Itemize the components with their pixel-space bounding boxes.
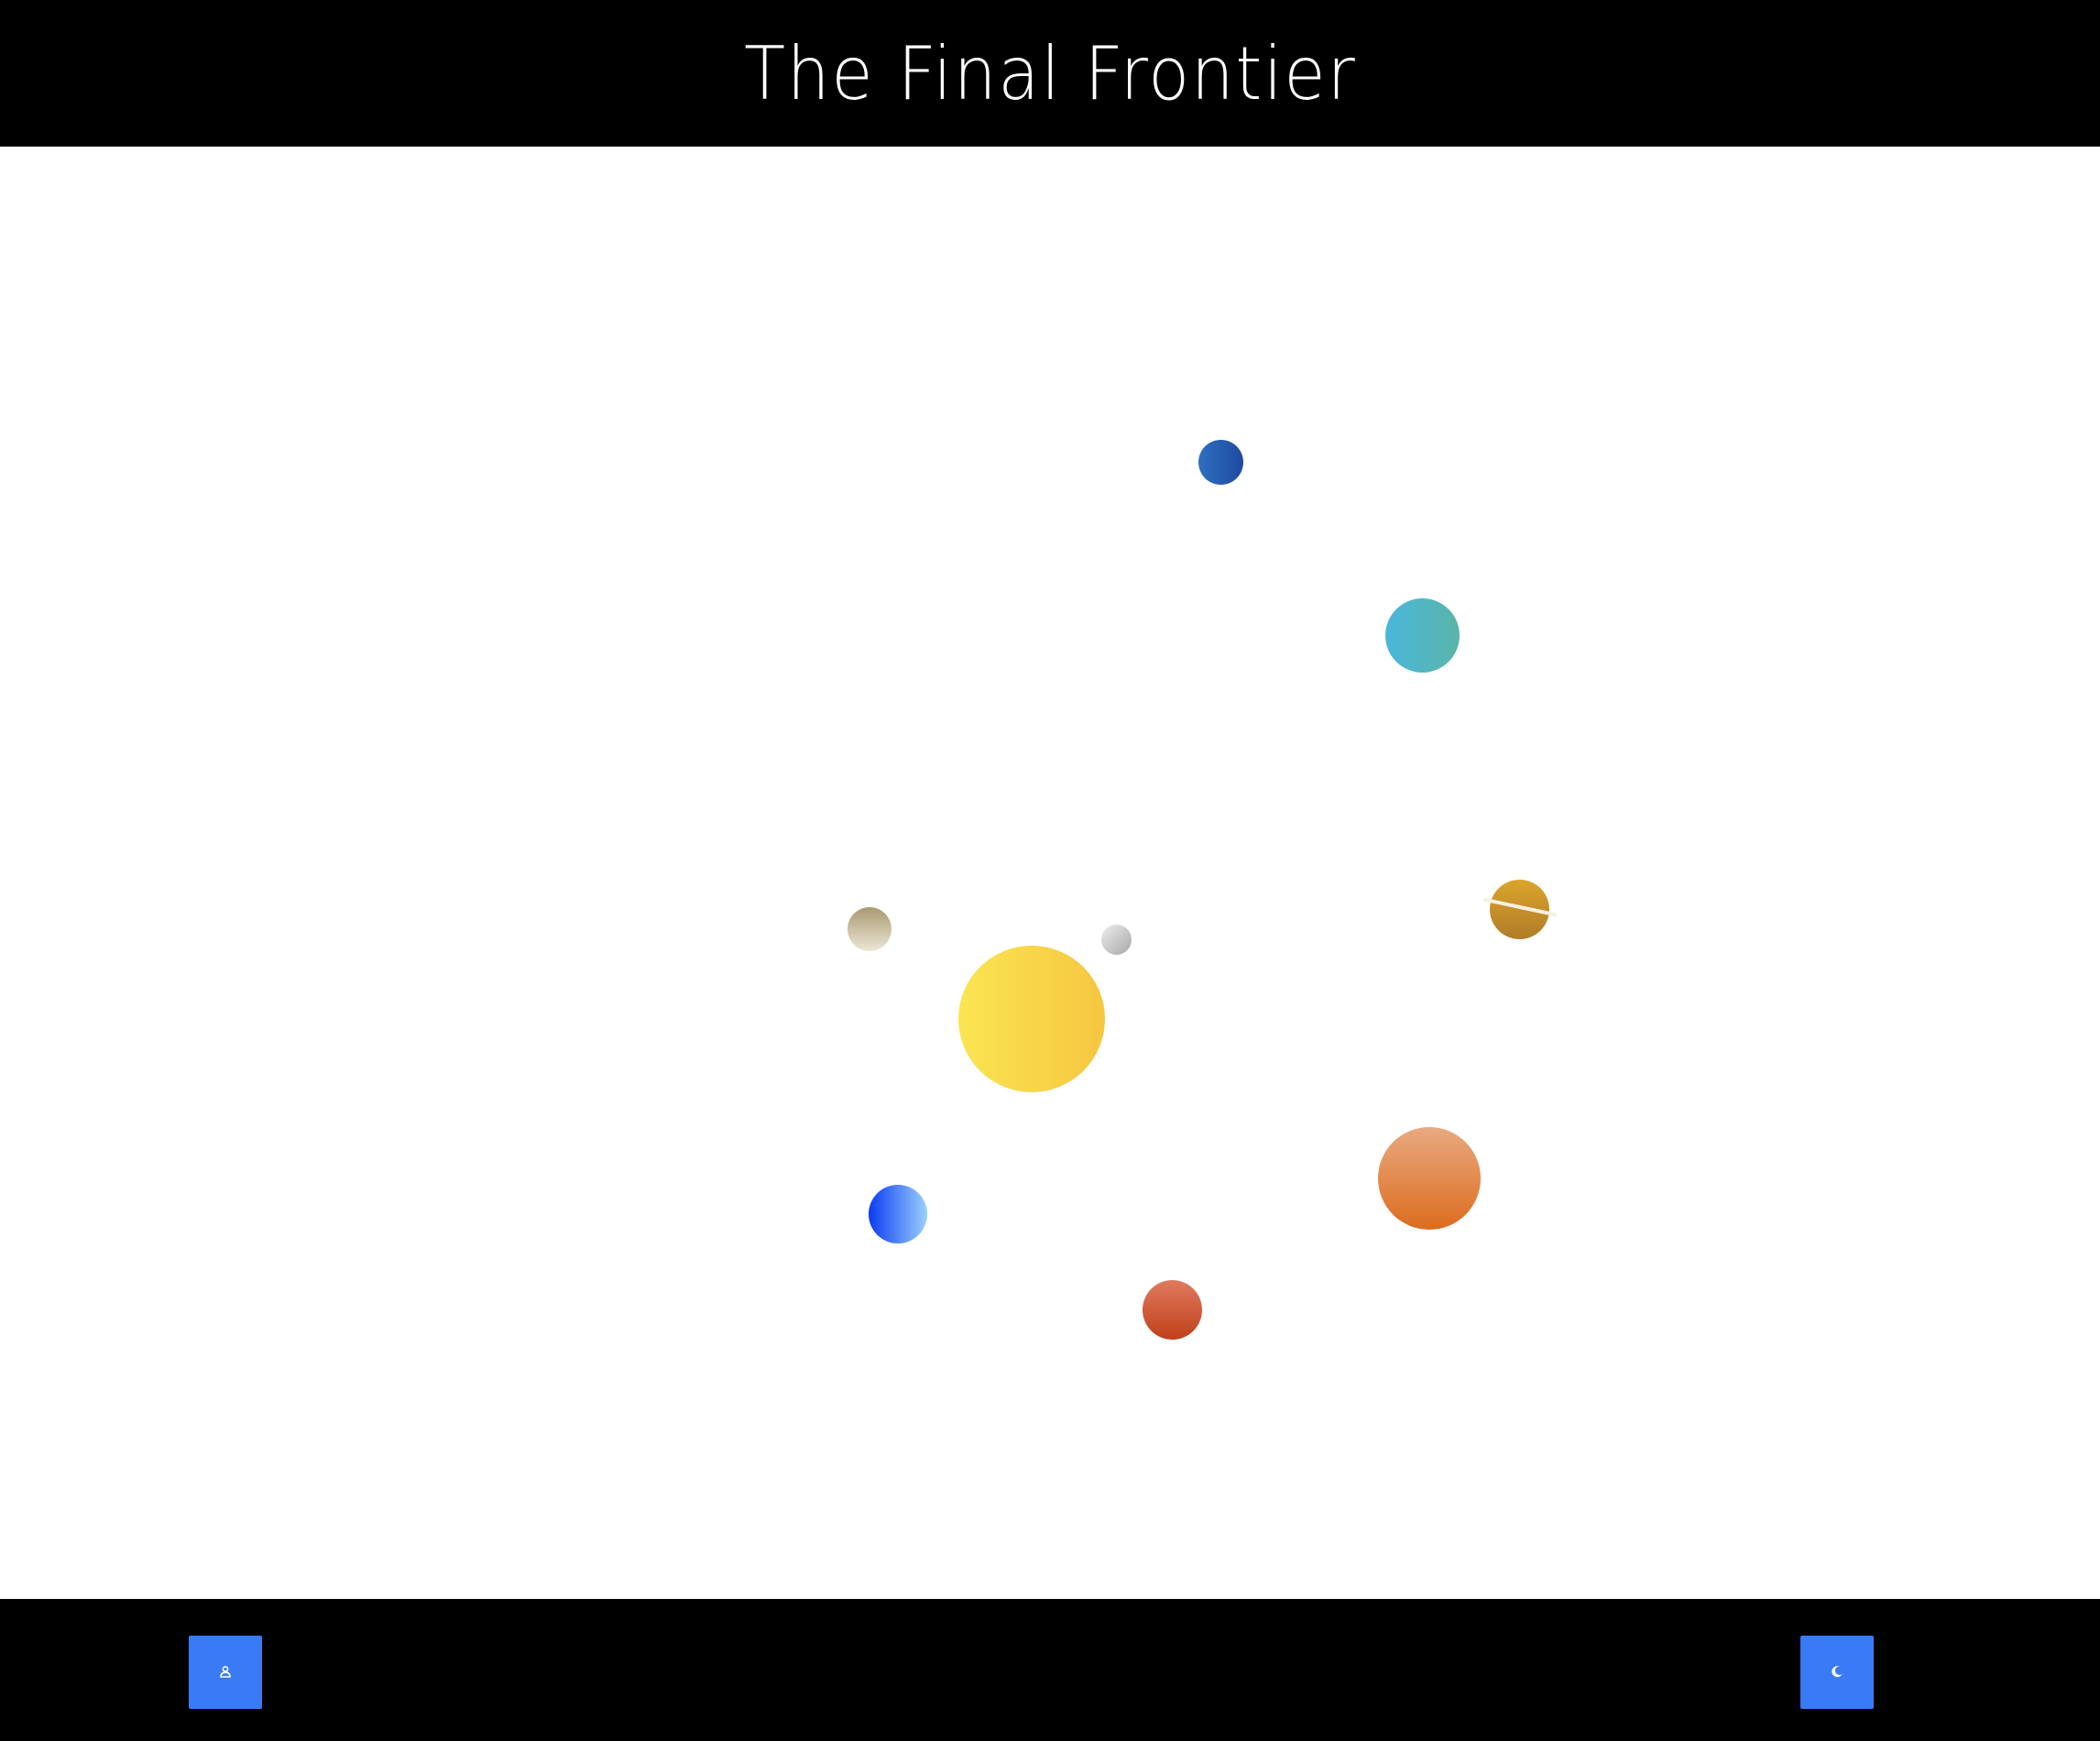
navy-planet[interactable]: [1198, 440, 1243, 485]
red-planet[interactable]: [1143, 1280, 1202, 1340]
blue-planet[interactable]: [869, 1185, 927, 1243]
orange-planet[interactable]: [1378, 1127, 1481, 1230]
footer-bar: [0, 1599, 2100, 1741]
khaki-planet[interactable]: [848, 907, 891, 951]
teal-planet[interactable]: [1385, 598, 1460, 673]
user-button[interactable]: [189, 1636, 262, 1709]
grey-planet[interactable]: [1101, 925, 1132, 955]
page-title: The Final Frontier: [743, 30, 1357, 116]
header-bar: The Final Frontier: [0, 0, 2100, 147]
planet-ring: [1482, 897, 1558, 917]
ringed-planet[interactable]: [1482, 880, 1558, 939]
dark-mode-toggle-button[interactable]: [1800, 1636, 1874, 1709]
solar-system-canvas: [0, 147, 2100, 1599]
sun[interactable]: [958, 946, 1105, 1092]
user-icon: [219, 1665, 232, 1681]
moon-icon: [1831, 1665, 1843, 1681]
